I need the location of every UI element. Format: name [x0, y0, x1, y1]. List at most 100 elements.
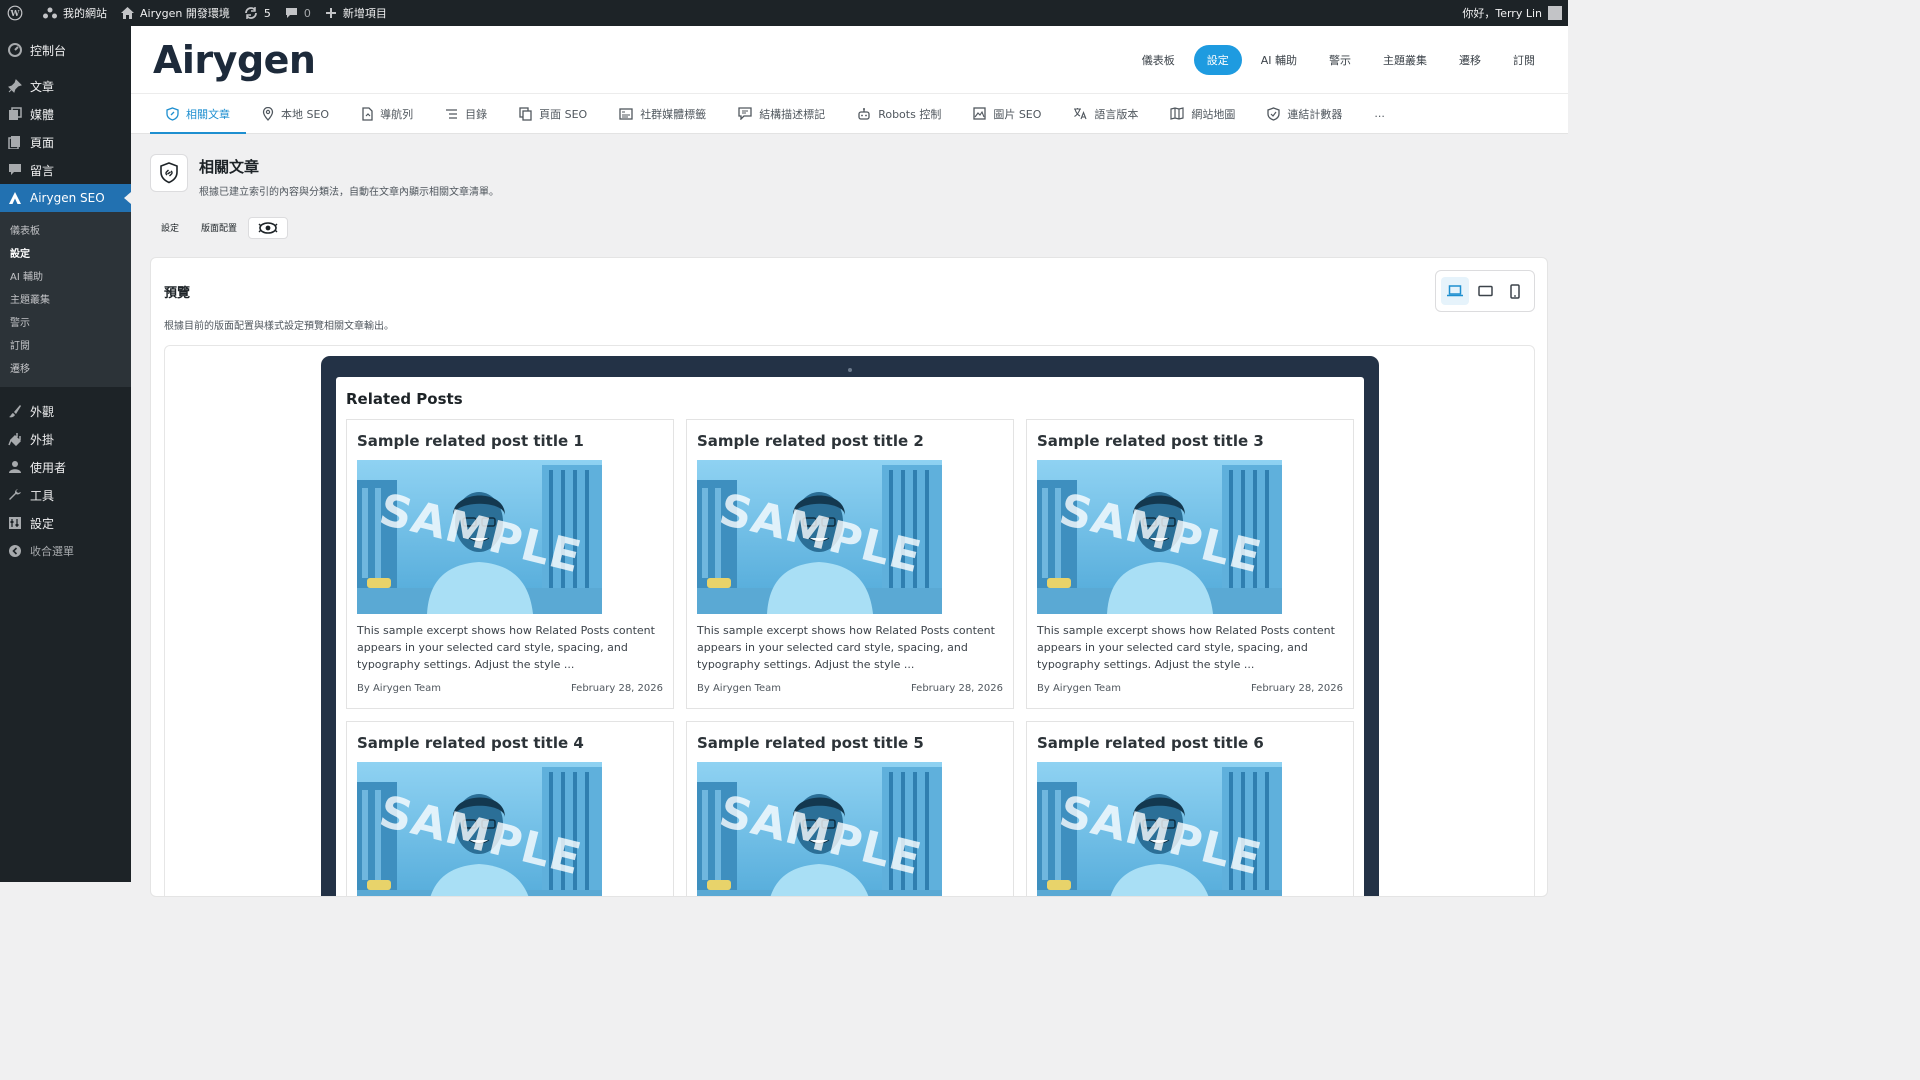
tab-robots[interactable]: Robots 控制: [841, 94, 957, 133]
new-item-label: 新增項目: [342, 7, 387, 20]
related-post-card[interactable]: Sample related post title 5 SAMPLE: [686, 721, 1014, 896]
related-post-card[interactable]: Sample related post title 1 SAMPLE This …: [346, 419, 674, 709]
card-title[interactable]: Sample related post title 3: [1037, 432, 1264, 450]
sample-photo-illustration: SAMPLE: [697, 762, 942, 896]
submenu-item-subscription[interactable]: 訂閱: [0, 333, 131, 356]
card-date: February 28, 2026: [1250, 683, 1343, 694]
preview-stage: Related Posts Sample related post title …: [164, 345, 1535, 896]
card-thumbnail[interactable]: SAMPLE: [357, 762, 602, 896]
sidebar-item-label: 外觀: [30, 404, 55, 419]
topnav-alerts[interactable]: 警示: [1316, 45, 1364, 75]
sidebar-item-label: 控制台: [30, 43, 67, 58]
list-icon: [446, 108, 458, 119]
updates-count: 5: [263, 6, 271, 20]
card-title[interactable]: Sample related post title 4: [357, 734, 584, 752]
subtab-preview[interactable]: [248, 216, 289, 239]
related-post-card[interactable]: Sample related post title 3 SAMPLE This …: [1026, 419, 1354, 709]
tab-link-counter[interactable]: 連結計數器: [1251, 94, 1358, 133]
sidebar-item-label: Airygen SEO: [30, 191, 105, 205]
admin-bar: W 我的網站 Airygen 開發環境 5 0 新增項目 你好，Terry Li…: [0, 0, 1568, 26]
sidebar-item-settings[interactable]: 設定: [0, 509, 131, 537]
updates-link[interactable]: 5: [237, 0, 278, 26]
tab-breadcrumbs[interactable]: 導航列: [345, 94, 429, 133]
topnav-subscription[interactable]: 訂閱: [1500, 45, 1548, 75]
topnav-clusters[interactable]: 主題叢集: [1370, 45, 1440, 75]
mobile-view-button[interactable]: [1501, 277, 1529, 305]
tab-image-seo[interactable]: 圖片 SEO: [957, 94, 1057, 133]
card-title[interactable]: Sample related post title 6: [1037, 734, 1264, 752]
tablet-view-button[interactable]: [1471, 277, 1499, 305]
sidebar-item-airygen-seo[interactable]: Airygen SEO: [0, 184, 131, 212]
admin-bar-env-link[interactable]: Airygen 開發環境: [114, 0, 237, 26]
card-thumbnail[interactable]: SAMPLE: [697, 460, 942, 614]
related-post-card[interactable]: Sample related post title 6 SAMPLE: [1026, 721, 1354, 896]
wordpress-logo-icon[interactable]: W: [0, 0, 36, 26]
topnav-dashboard[interactable]: 儀表板: [1129, 45, 1188, 75]
tab-local-seo[interactable]: 本地 SEO: [246, 94, 345, 133]
related-post-card[interactable]: Sample related post title 4 SAMPLE: [346, 721, 674, 896]
sample-photo-illustration: SAMPLE: [1037, 460, 1282, 614]
sidebar-item-media[interactable]: 媒體: [0, 100, 131, 128]
tab-languages[interactable]: 語言版本: [1057, 94, 1154, 133]
comments-link[interactable]: 0: [278, 0, 318, 26]
tab-social-tags[interactable]: 社群媒體標籤: [603, 94, 722, 133]
message-icon: [738, 107, 752, 120]
subtab-layout[interactable]: 版面配置: [190, 215, 248, 240]
preview-description: 根據目前的版面配置與樣式設定預覽相關文章輸出。: [164, 321, 394, 332]
tab-toc[interactable]: 目錄: [429, 94, 503, 133]
sidebar-item-dashboard[interactable]: 控制台: [0, 36, 131, 64]
sample-photo-illustration: SAMPLE: [357, 460, 602, 614]
new-item-link[interactable]: 新增項目: [318, 0, 394, 26]
phone-icon: [1510, 283, 1520, 299]
submenu-item-ai[interactable]: AI 輔助: [0, 264, 131, 287]
preview-panel: 預覽 根據目前的版面配置與樣式設定預覽相關文章輸出。 Related Posts…: [150, 257, 1548, 897]
submenu-item-dashboard[interactable]: 儀表板: [0, 218, 131, 241]
tab-related-posts[interactable]: 相關文章: [150, 94, 246, 134]
avatar[interactable]: [1548, 6, 1562, 20]
sidebar-collapse-button[interactable]: 收合選單: [0, 537, 131, 565]
card-title[interactable]: Sample related post title 1: [357, 432, 584, 450]
card-thumbnail[interactable]: SAMPLE: [1037, 460, 1282, 614]
submenu-item-clusters[interactable]: 主題叢集: [0, 287, 131, 310]
topnav-ai[interactable]: AI 輔助: [1248, 45, 1310, 75]
main-content: Airygen 儀表板 設定 AI 輔助 警示 主題叢集 遷移 訂閱 相關文章 …: [131, 26, 1568, 897]
airygen-logo[interactable]: Airygen: [153, 38, 316, 82]
submenu-item-alerts[interactable]: 警示: [0, 310, 131, 333]
topnav-migration[interactable]: 遷移: [1446, 45, 1494, 75]
submenu-item-settings[interactable]: 設定: [0, 241, 131, 264]
airygen-submenu: 儀表板 設定 AI 輔助 主題叢集 警示 訂閱 遷移: [0, 212, 131, 387]
card-title[interactable]: Sample related post title 2: [697, 432, 924, 450]
card-thumbnail[interactable]: SAMPLE: [1037, 762, 1282, 896]
submenu-item-migration[interactable]: 遷移: [0, 356, 131, 379]
card-author: By Airygen Team: [697, 683, 782, 694]
sidebar-item-comments[interactable]: 留言: [0, 156, 131, 184]
tab-schema[interactable]: 結構描述標記: [722, 94, 841, 133]
related-post-card[interactable]: Sample related post title 2 SAMPLE This …: [686, 419, 1014, 709]
sidebar-item-plugins[interactable]: 外掛: [0, 425, 131, 453]
more-icon: ...: [1374, 107, 1385, 120]
tab-label: 頁面 SEO: [539, 107, 588, 121]
image-icon: [973, 107, 986, 120]
card-thumbnail[interactable]: SAMPLE: [357, 460, 602, 614]
pin-icon: [8, 79, 22, 93]
user-greeting[interactable]: 你好，Terry Lin: [1462, 5, 1542, 21]
subtab-settings[interactable]: 設定: [150, 215, 190, 240]
topnav-settings[interactable]: 設定: [1193, 44, 1242, 75]
card-thumbnail[interactable]: SAMPLE: [697, 762, 942, 896]
tab-more[interactable]: ...: [1358, 94, 1401, 133]
sidebar-item-users[interactable]: 使用者: [0, 453, 131, 481]
card-title[interactable]: Sample related post title 5: [697, 734, 924, 752]
sidebar-item-pages[interactable]: 頁面: [0, 128, 131, 156]
tab-page-seo[interactable]: 頁面 SEO: [503, 94, 603, 133]
sidebar-item-tools[interactable]: 工具: [0, 481, 131, 509]
sidebar-item-appearance[interactable]: 外觀: [0, 397, 131, 425]
card-meta: By Airygen Team February 28, 2026: [1037, 683, 1343, 694]
admin-bar-site-link[interactable]: 我的網站: [36, 0, 114, 26]
desktop-view-button[interactable]: [1441, 277, 1469, 305]
card-meta: By Airygen Team February 28, 2026: [697, 683, 1003, 694]
sidebar-item-posts[interactable]: 文章: [0, 72, 131, 100]
feature-tab-bar: 相關文章 本地 SEO 導航列 目錄 頁面 SEO 社群媒體標籤 結構描述標記: [131, 94, 1568, 134]
plugin-icon: [8, 432, 22, 446]
tab-label: Robots 控制: [878, 107, 942, 121]
tab-sitemap[interactable]: 網站地圖: [1154, 94, 1251, 133]
